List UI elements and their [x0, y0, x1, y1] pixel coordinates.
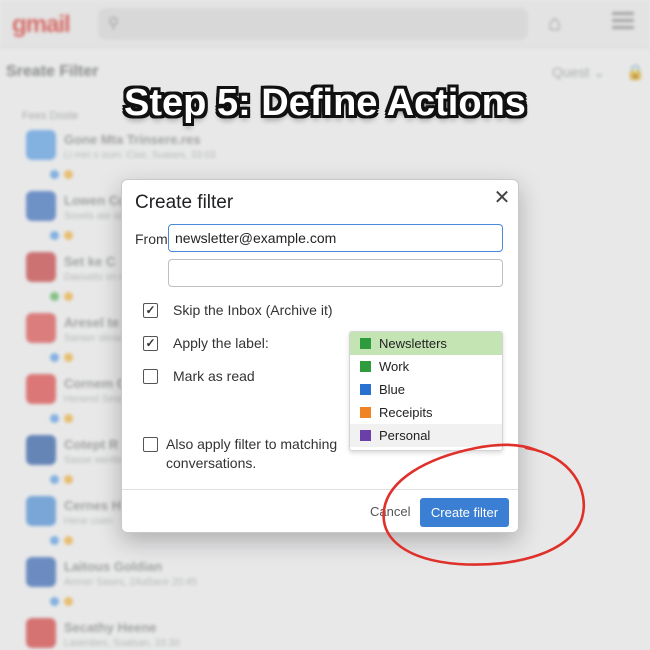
label-option-work[interactable]: Work [350, 355, 502, 378]
from-label: From [135, 231, 168, 247]
label-option-text: Receipits [379, 405, 433, 420]
label-option-newsletters[interactable]: Newsletters [350, 332, 502, 355]
dialog-title: Create filter [135, 192, 234, 213]
label-option-text: Blue [379, 382, 406, 397]
skip-inbox-checkbox[interactable]: ✓ [143, 303, 158, 318]
apply-label-label: Apply the label: [173, 335, 269, 351]
label-color-swatch [360, 384, 371, 395]
label-dropdown[interactable]: Newsletters Work Blue Receipits Personal [349, 331, 503, 451]
cancel-button[interactable]: Cancel [370, 504, 410, 519]
label-option-text: Newsletters [379, 336, 447, 351]
mark-read-checkbox[interactable] [143, 369, 158, 384]
close-icon[interactable]: ✕ [492, 188, 512, 208]
dialog-divider [122, 489, 518, 490]
from-input[interactable] [168, 224, 503, 252]
label-option-receipits[interactable]: Receipits [350, 401, 502, 424]
step-title: Step 5: Define Actions [124, 82, 526, 124]
create-filter-button[interactable]: Create filter [420, 498, 509, 527]
label-color-swatch [360, 361, 371, 372]
mark-read-label: Mark as read [173, 368, 255, 384]
label-color-swatch [360, 338, 371, 349]
label-option-personal[interactable]: Personal [350, 424, 502, 447]
apply-label-checkbox[interactable]: ✓ [143, 336, 158, 351]
label-color-swatch [360, 407, 371, 418]
label-option-blue[interactable]: Blue [350, 378, 502, 401]
label-option-text: Work [379, 359, 410, 374]
secondary-input[interactable] [168, 259, 503, 287]
create-filter-dialog: Create filter ✕ From ✓ Skip the Inbox (A… [121, 179, 519, 533]
also-apply-label: Also apply filter to matching conversati… [166, 436, 338, 471]
label-color-swatch [360, 430, 371, 441]
also-apply-checkbox[interactable] [143, 437, 158, 452]
label-option-text: Personal [379, 428, 431, 443]
skip-inbox-label: Skip the Inbox (Archive it) [173, 302, 333, 318]
